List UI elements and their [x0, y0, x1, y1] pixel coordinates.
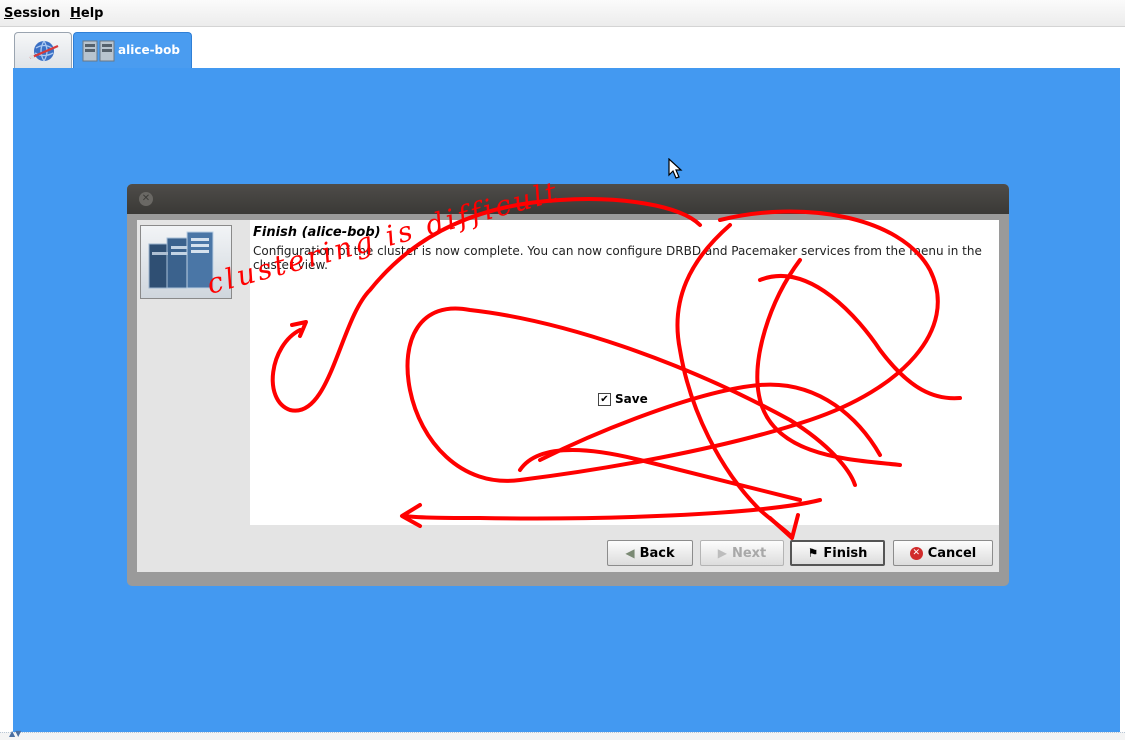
- dialog-titlebar: ✕: [127, 184, 1009, 214]
- tab-home[interactable]: [14, 32, 72, 68]
- cancel-button[interactable]: ✕ Cancel: [893, 540, 993, 566]
- cancel-button-label: Cancel: [927, 545, 977, 561]
- back-button[interactable]: ◀ Back: [607, 540, 693, 566]
- status-strip: ▲▼: [0, 729, 1125, 740]
- next-button-label: Next: [731, 545, 767, 561]
- content-panel: Finish (alice-bob) Configuration of the …: [250, 220, 999, 525]
- step-title: Finish (alice-bob): [253, 225, 381, 240]
- step-description: Configuration of the cluster is now comp…: [253, 244, 982, 272]
- cancel-icon: ✕: [909, 546, 923, 560]
- finish-flag-icon: ⚑: [807, 546, 819, 560]
- server-cluster-image: [140, 225, 232, 299]
- close-icon[interactable]: ✕: [139, 192, 153, 206]
- tab-cluster-label: alice-bob: [118, 43, 180, 57]
- save-label: Save: [615, 392, 648, 406]
- dialog-body: Finish (alice-bob) Configuration of the …: [137, 220, 999, 572]
- menu-session[interactable]: Session: [4, 6, 60, 21]
- menu-help[interactable]: Help: [70, 6, 103, 21]
- next-button[interactable]: ▶ Next: [700, 540, 784, 566]
- back-arrow-icon: ◀: [625, 546, 635, 560]
- collapse-arrows-icon[interactable]: ▲▼: [9, 729, 21, 738]
- menubar: Session Help: [0, 0, 1125, 27]
- tab-bar: alice-bob: [0, 27, 1125, 68]
- save-checkbox[interactable]: ✔ Save: [598, 392, 648, 406]
- mouse-cursor-icon: [668, 158, 683, 179]
- back-button-label: Back: [639, 545, 675, 561]
- cluster-servers-icon: [82, 40, 115, 62]
- finish-dialog: ✕ Finish (alice-bob) Configuration of th…: [127, 184, 1009, 586]
- server-cluster-icon: [148, 231, 214, 289]
- checkbox-checked-icon[interactable]: ✔: [598, 392, 611, 406]
- finish-button[interactable]: ⚑ Finish: [790, 540, 885, 566]
- tab-cluster[interactable]: alice-bob: [73, 32, 192, 68]
- network-globe-icon: [29, 40, 59, 62]
- next-arrow-icon: ▶: [717, 546, 727, 560]
- finish-button-label: Finish: [823, 545, 868, 561]
